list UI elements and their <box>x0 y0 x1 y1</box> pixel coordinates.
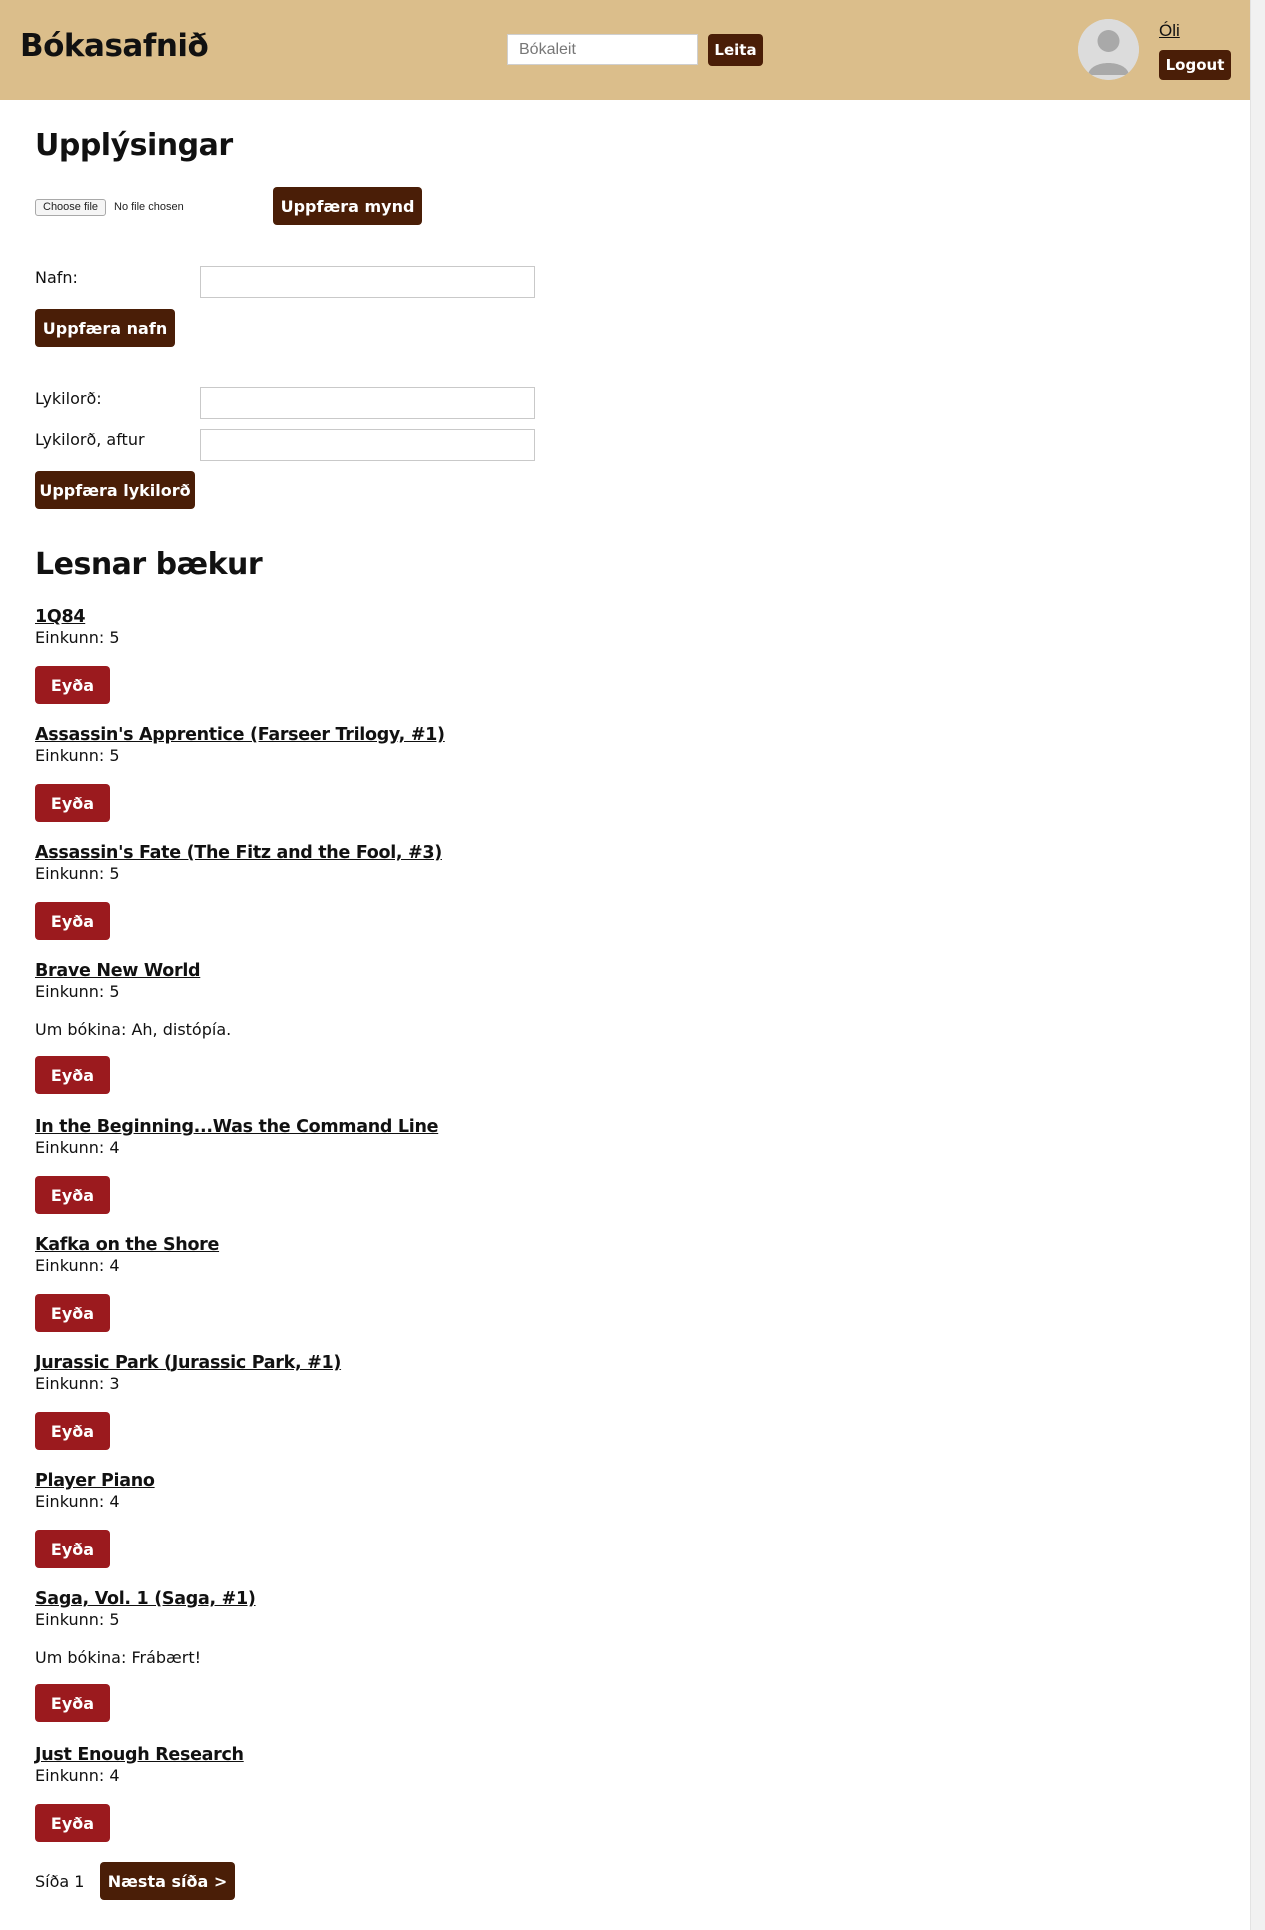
password-again-field[interactable] <box>200 429 535 461</box>
book-item: Jurassic Park (Jurassic Park, #1) Einkun… <box>35 1352 835 1450</box>
book-rating: Einkunn: 4 <box>35 1492 120 1511</box>
book-rating: Einkunn: 4 <box>35 1138 120 1157</box>
search-input[interactable] <box>507 34 698 65</box>
password-label: Lykilorð: <box>35 389 102 408</box>
delete-book-button[interactable]: Eyða <box>35 1294 110 1332</box>
book-item: Saga, Vol. 1 (Saga, #1) Einkunn: 5 Um bó… <box>35 1588 835 1722</box>
book-item: Brave New World Einkunn: 5 Um bókina: Ah… <box>35 960 835 1094</box>
book-title-link[interactable]: Brave New World <box>35 960 835 982</box>
book-item: Player Piano Einkunn: 4 Eyða <box>35 1470 835 1568</box>
update-image-button[interactable]: Uppfæra mynd <box>273 187 422 225</box>
user-name-link[interactable]: Óli <box>1159 21 1180 41</box>
info-heading: Upplýsingar <box>35 128 233 163</box>
book-item: 1Q84 Einkunn: 5 Eyða <box>35 606 835 704</box>
choose-file-button[interactable]: Choose file <box>35 199 107 216</box>
book-item: Just Enough Research Einkunn: 4 Eyða <box>35 1744 835 1842</box>
book-rating: Einkunn: 5 <box>35 982 120 1001</box>
book-title-link[interactable]: Assassin's Apprentice (Farseer Trilogy, … <box>35 724 835 746</box>
file-status-text: No file chosen <box>114 201 184 213</box>
book-rating: Einkunn: 5 <box>35 746 120 765</box>
book-title-link[interactable]: In the Beginning...Was the Command Line <box>35 1116 835 1138</box>
next-page-button[interactable]: Næsta síða > <box>100 1862 235 1900</box>
book-title-link[interactable]: Player Piano <box>35 1470 835 1492</box>
read-books-heading: Lesnar bækur <box>35 547 263 582</box>
password-field[interactable] <box>200 387 535 419</box>
delete-book-button[interactable]: Eyða <box>35 666 110 704</box>
delete-book-button[interactable]: Eyða <box>35 902 110 940</box>
book-item: Assassin's Fate (The Fitz and the Fool, … <box>35 842 835 940</box>
book-title-link[interactable]: Just Enough Research <box>35 1744 835 1766</box>
update-password-button[interactable]: Uppfæra lykilorð <box>35 471 195 509</box>
book-rating: Einkunn: 3 <box>35 1374 120 1393</box>
logout-button[interactable]: Logout <box>1159 50 1231 80</box>
search-button[interactable]: Leita <box>708 34 763 66</box>
name-label: Nafn: <box>35 268 78 287</box>
book-review: Um bókina: Ah, distópía. <box>35 1020 232 1039</box>
book-item: In the Beginning...Was the Command Line … <box>35 1116 835 1214</box>
book-item: Assassin's Apprentice (Farseer Trilogy, … <box>35 724 835 822</box>
site-header: Bókasafnið Leita Óli Logout <box>0 0 1250 100</box>
book-title-link[interactable]: Jurassic Park (Jurassic Park, #1) <box>35 1352 835 1374</box>
book-rating: Einkunn: 5 <box>35 1610 120 1629</box>
delete-book-button[interactable]: Eyða <box>35 1056 110 1094</box>
book-title-link[interactable]: Saga, Vol. 1 (Saga, #1) <box>35 1588 835 1610</box>
password-again-label: Lykilorð, aftur <box>35 430 145 449</box>
delete-book-button[interactable]: Eyða <box>35 1530 110 1568</box>
update-name-button[interactable]: Uppfæra nafn <box>35 309 175 347</box>
delete-book-button[interactable]: Eyða <box>35 1804 110 1842</box>
delete-book-button[interactable]: Eyða <box>35 1684 110 1722</box>
avatar[interactable] <box>1078 19 1139 80</box>
book-review: Um bókina: Frábært! <box>35 1648 202 1667</box>
book-title-link[interactable]: 1Q84 <box>35 606 835 628</box>
book-title-link[interactable]: Kafka on the Shore <box>35 1234 835 1256</box>
book-rating: Einkunn: 5 <box>35 628 120 647</box>
book-rating: Einkunn: 4 <box>35 1766 120 1785</box>
user-avatar-icon <box>1078 19 1139 80</box>
book-item: Kafka on the Shore Einkunn: 4 Eyða <box>35 1234 835 1332</box>
page: Bókasafnið Leita Óli Logout Upplýsingar … <box>0 0 1250 1930</box>
book-rating: Einkunn: 4 <box>35 1256 120 1275</box>
delete-book-button[interactable]: Eyða <box>35 1176 110 1214</box>
book-rating: Einkunn: 5 <box>35 864 120 883</box>
site-logo[interactable]: Bókasafnið <box>20 28 209 64</box>
scrollbar[interactable] <box>1250 0 1265 1930</box>
page-indicator: Síða 1 <box>35 1872 85 1891</box>
delete-book-button[interactable]: Eyða <box>35 784 110 822</box>
delete-book-button[interactable]: Eyða <box>35 1412 110 1450</box>
name-field[interactable] <box>200 266 535 298</box>
book-title-link[interactable]: Assassin's Fate (The Fitz and the Fool, … <box>35 842 835 864</box>
